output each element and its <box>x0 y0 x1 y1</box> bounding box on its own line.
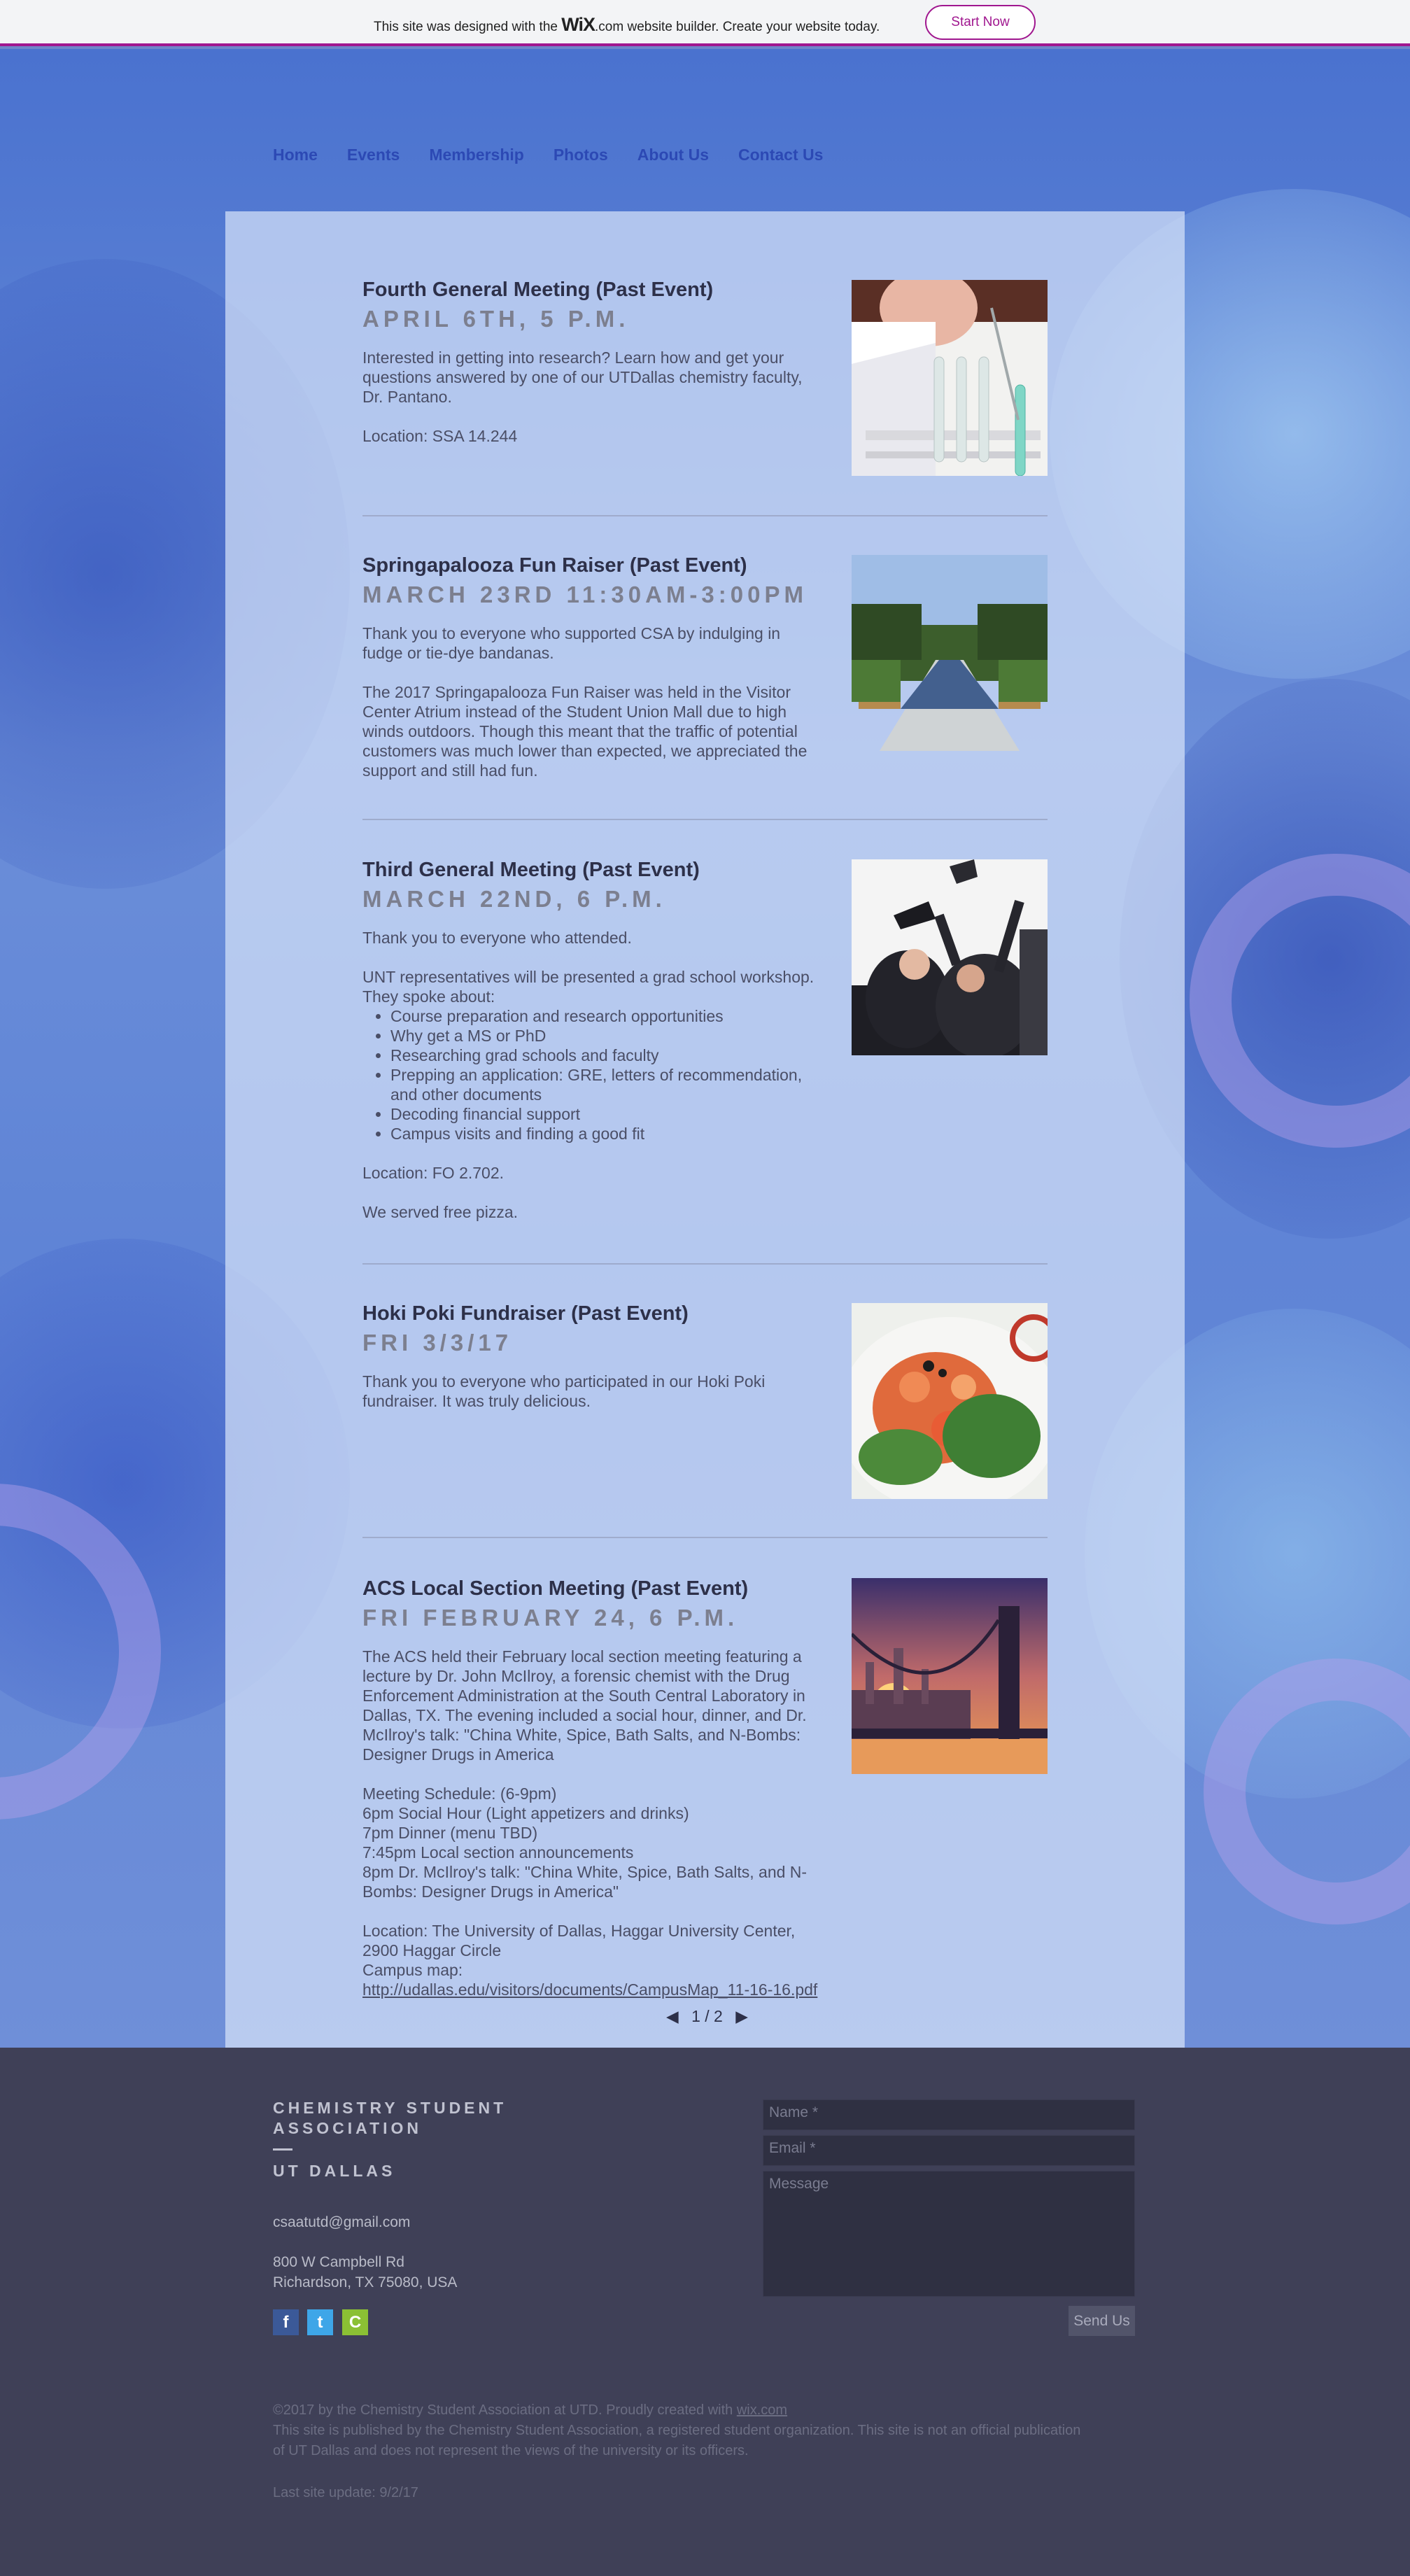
event-text: UNT representatives will be presented a … <box>362 968 815 1006</box>
event-date: MARCH 23RD 11:30AM-3:00PM <box>362 582 808 607</box>
email-field[interactable]: Email * <box>763 2135 1135 2166</box>
reflecting-pool-photo[interactable] <box>852 555 1048 751</box>
event-description: Thank you to everyone who supported CSA … <box>362 624 824 780</box>
org-subtitle: UT DALLAS <box>273 2162 396 2180</box>
test-tubes-photo[interactable] <box>852 280 1048 476</box>
event-title[interactable]: Springapalooza Fun Raiser (Past Event) <box>362 554 747 577</box>
workshop-topics-list: Course preparation and research opportun… <box>390 1006 824 1143</box>
event-title[interactable]: Hoki Poki Fundraiser (Past Event) <box>362 1302 689 1325</box>
event-date: FRI 3/3/17 <box>362 1330 513 1356</box>
event-date: FRI FEBRUARY 24, 6 P.M. <box>362 1605 739 1631</box>
event-location: Location: FO 2.702. <box>362 1164 505 1182</box>
event-text: The ACS held their February local sectio… <box>362 1647 807 1764</box>
campus-map-link[interactable]: http://udallas.edu/visitors/documents/Ca… <box>362 1980 817 1999</box>
poke-bowl-photo[interactable] <box>852 1303 1048 1499</box>
message-field[interactable]: Message <box>763 2171 1135 2297</box>
list-item: Course preparation and research opportun… <box>390 1006 824 1026</box>
events-list: Fourth General Meeting (Past Event) APRI… <box>0 0 1410 2048</box>
event-date: APRIL 6TH, 5 P.M. <box>362 306 630 332</box>
event-separator <box>362 515 1048 516</box>
event-description: Interested in getting into research? Lea… <box>362 348 824 446</box>
event-text: Thank you to everyone who supported CSA … <box>362 624 781 662</box>
start-now-button[interactable]: Start Now <box>925 5 1036 40</box>
banner-text-before: This site was designed with the <box>374 20 562 34</box>
event-location: Location: SSA 14.244 <box>362 427 518 445</box>
disclaimer-line-2: of UT Dallas and does not represent the … <box>273 2443 749 2458</box>
list-item: Why get a MS or PhD <box>390 1026 824 1046</box>
schedule-line: 8pm Dr. McIlroy's talk: "China White, Sp… <box>362 1863 808 1901</box>
nav-item-events[interactable]: Events <box>347 146 400 164</box>
list-item: Researching grad schools and faculty <box>390 1046 824 1065</box>
schedule-line: 7pm Dinner (menu TBD) <box>362 1824 538 1842</box>
campuslabs-icon[interactable]: C <box>342 2309 368 2335</box>
name-field[interactable]: Name * <box>763 2099 1135 2130</box>
nav-item-contact-us[interactable]: Contact Us <box>738 146 823 164</box>
nav-item-home[interactable]: Home <box>273 146 318 164</box>
address-line-1: 800 W Campbell Rd <box>273 2254 404 2270</box>
last-update-text: Last site update: 9/2/17 <box>273 2485 418 2500</box>
twitter-icon[interactable]: t <box>307 2309 333 2335</box>
campus-map-label: Campus map: <box>362 1961 463 1979</box>
wix-promo-banner: This site was designed with the WiX.com … <box>0 0 1410 46</box>
list-item: Prepping an application: GRE, letters of… <box>390 1065 824 1104</box>
address-line-2: Richardson, TX 75080, USA <box>273 2274 458 2290</box>
nav-item-membership[interactable]: Membership <box>429 146 523 164</box>
send-button[interactable]: Send Us <box>1069 2306 1135 2336</box>
schedule-line: Meeting Schedule: (6-9pm) <box>362 1785 557 1803</box>
copyright-label: ©2017 by the Chemistry Student Associati… <box>273 2402 737 2418</box>
list-item: Decoding financial support <box>390 1104 824 1124</box>
org-name: CHEMISTRY STUDENT ASSOCIATION <box>273 2099 507 2137</box>
prev-page-icon[interactable]: ◀ <box>666 2007 679 2025</box>
wix-logo: WiX <box>561 14 595 35</box>
event-text: The 2017 Springapalooza Fun Raiser was h… <box>362 683 808 780</box>
list-item: Campus visits and finding a good fit <box>390 1124 824 1143</box>
wix-link[interactable]: wix.com <box>737 2402 787 2418</box>
main-nav: Home Events Membership Photos About Us C… <box>273 146 852 164</box>
nav-item-photos[interactable]: Photos <box>554 146 608 164</box>
contact-email[interactable]: csaatutd@gmail.com <box>273 2212 410 2232</box>
event-text: We served free pizza. <box>362 1203 519 1221</box>
event-title[interactable]: Third General Meeting (Past Event) <box>362 859 700 882</box>
nav-item-about-us[interactable]: About Us <box>637 146 709 164</box>
copyright-text: ©2017 by the Chemistry Student Associati… <box>273 2400 787 2421</box>
event-title[interactable]: ACS Local Section Meeting (Past Event) <box>362 1577 748 1600</box>
event-description: Thank you to everyone who participated i… <box>362 1372 824 1411</box>
bridge-sunset-photo[interactable] <box>852 1578 1048 1774</box>
event-location: Location: The University of Dallas, Hagg… <box>362 1922 796 1959</box>
wix-promo-text: This site was designed with the WiX.com … <box>374 14 880 36</box>
event-date: MARCH 22ND, 6 P.M. <box>362 886 666 912</box>
pagination: ◀ 1 / 2 ▶ <box>666 2007 756 2026</box>
facebook-icon[interactable]: f <box>273 2309 299 2335</box>
event-text: Interested in getting into research? Lea… <box>362 349 803 406</box>
event-description: The ACS held their February local sectio… <box>362 1647 824 1999</box>
event-separator <box>362 1263 1048 1265</box>
event-text: Thank you to everyone who attended. <box>362 929 632 947</box>
disclaimer-line-1: This site is published by the Chemistry … <box>273 2423 1081 2438</box>
event-separator <box>362 1537 1048 1538</box>
event-description: Thank you to everyone who attended. UNT … <box>362 928 824 1222</box>
schedule-line: 6pm Social Hour (Light appetizers and dr… <box>362 1804 689 1822</box>
page-indicator: 1 / 2 <box>691 2007 723 2025</box>
site-footer: CHEMISTRY STUDENT ASSOCIATION UT DALLAS … <box>0 2048 1410 2576</box>
next-page-icon[interactable]: ▶ <box>735 2007 748 2025</box>
divider <box>273 2148 292 2151</box>
event-title[interactable]: Fourth General Meeting (Past Event) <box>362 279 713 302</box>
event-separator <box>362 819 1048 820</box>
graduation-photo[interactable] <box>852 859 1048 1055</box>
schedule-line: 7:45pm Local section announcements <box>362 1843 634 1861</box>
banner-text-after: .com website builder. Create your websit… <box>595 20 880 34</box>
event-text: Thank you to everyone who participated i… <box>362 1372 766 1410</box>
